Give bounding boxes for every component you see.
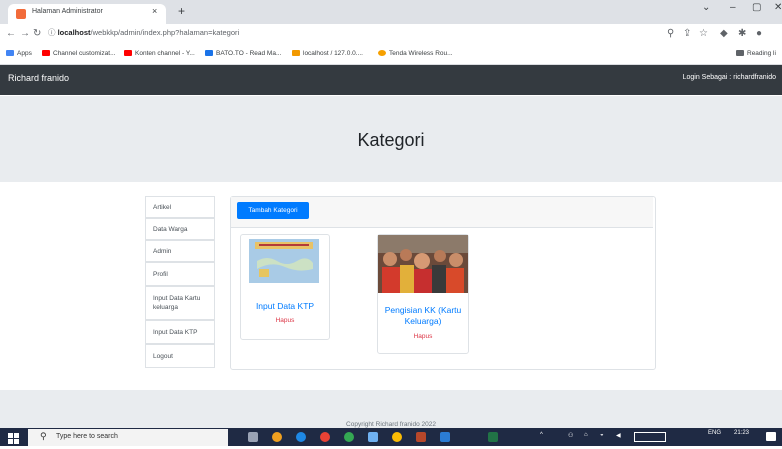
tab-title: Halaman Administrator (32, 8, 103, 15)
close-window-icon[interactable]: ✕ (774, 2, 782, 13)
chrome-icon[interactable] (320, 432, 330, 442)
notification-icon[interactable] (766, 432, 776, 441)
url-path: /webkkp/admin/index.php?halaman=kategori (90, 28, 240, 37)
sidebar-item-profil[interactable]: Profil (145, 262, 215, 286)
delete-link[interactable]: Hapus (378, 333, 468, 340)
search-icon: ⚲ (40, 431, 47, 441)
kk-thumbnail (378, 235, 468, 293)
info-icon: ⓘ (48, 28, 58, 37)
zoom-icon[interactable]: ⚲ (667, 28, 674, 39)
sidebar-item-admin[interactable]: Admin (145, 240, 215, 262)
new-tab-button[interactable]: + (178, 4, 185, 18)
bookmark-konten-channel[interactable]: Konten channel - Y... (124, 50, 195, 57)
ktp-thumbnail (249, 239, 319, 283)
keyboard-icon[interactable] (634, 432, 666, 442)
forward-icon[interactable]: → (20, 28, 30, 39)
back-icon[interactable]: ← (6, 28, 16, 39)
browser-tab[interactable]: Halaman Administrator × (8, 4, 166, 24)
category-card[interactable]: Pengisian KK (Kartu Keluarga) Hapus (377, 234, 469, 354)
minimize-icon[interactable]: – (730, 2, 736, 13)
excel-icon[interactable] (488, 432, 498, 442)
sidebar-item-logout[interactable]: Logout (145, 344, 215, 368)
sidebar-item-data-warga[interactable]: Data Warga (145, 218, 215, 240)
sidebar-item-artikel[interactable]: Artikel (145, 196, 215, 218)
url-field[interactable]: ⓘ localhost/webkkp/admin/index.php?halam… (48, 27, 239, 38)
volume-icon[interactable]: ◀ (616, 432, 621, 439)
chevron-down-icon[interactable]: ⌄ (702, 2, 710, 13)
taskbar-search-placeholder: Type here to search (56, 433, 118, 440)
url-host: localhost (57, 28, 91, 37)
bookmark-apps[interactable]: Apps (6, 50, 32, 57)
youtube-icon (42, 50, 50, 56)
bookmark-channel-customization[interactable]: Channel customizat... (42, 50, 116, 57)
site-navbar (0, 65, 782, 95)
tenda-icon (378, 50, 386, 56)
page-title: Kategori (357, 130, 425, 150)
ktp-card-image (249, 239, 319, 283)
word-icon[interactable] (440, 432, 450, 442)
people-icon[interactable]: ⚇ (568, 432, 573, 439)
share-icon[interactable]: ⇪ (683, 28, 691, 39)
reload-icon[interactable]: ↻ (33, 28, 41, 39)
close-tab-icon[interactable]: × (152, 6, 157, 16)
tray-overflow-icon[interactable]: ^ (540, 432, 543, 438)
youtube-icon (124, 50, 132, 56)
network-icon[interactable]: ⌂ (584, 432, 588, 438)
category-title[interactable]: Input Data KTP (241, 301, 329, 311)
clock[interactable]: 21:23 (734, 430, 749, 436)
file-explorer-icon[interactable] (392, 432, 402, 442)
sidebar-item-input-ktp[interactable]: Input Data KTP (145, 320, 215, 344)
photos-icon[interactable] (368, 432, 378, 442)
login-status: Login Sebagai : richardfranido (682, 74, 776, 81)
wifi-icon[interactable]: ◒ (600, 432, 604, 438)
bato-icon (205, 50, 213, 56)
bookmark-bato[interactable]: BATO.TO - Read Ma... (205, 50, 281, 57)
category-title[interactable]: Pengisian KK (Kartu Keluarga) (378, 305, 468, 327)
puzzle-icon[interactable]: ✱ (738, 28, 746, 39)
app-icon[interactable] (272, 432, 282, 442)
bookmark-localhost[interactable]: localhost / 127.0.0.... (292, 50, 363, 57)
windows-start-icon[interactable] (8, 431, 19, 444)
crowd-photo-image (378, 235, 468, 293)
apps-grid-icon (6, 50, 14, 56)
navbar-brand[interactable]: Richard franido (8, 73, 69, 83)
delete-link[interactable]: Hapus (241, 317, 329, 324)
chrome-profile-icon[interactable] (344, 432, 354, 442)
add-category-button[interactable]: Tambah Kategori (237, 202, 309, 219)
profile-icon[interactable]: ● (756, 28, 762, 39)
language-indicator[interactable]: ENG (708, 430, 721, 436)
task-view-icon[interactable] (248, 432, 258, 442)
sidebar-item-input-kk[interactable]: Input Data Kartu keluarga (145, 286, 215, 320)
extension-icon[interactable]: ◆ (720, 28, 728, 39)
powerpoint-icon[interactable] (416, 432, 426, 442)
edge-icon[interactable] (296, 432, 306, 442)
reading-list-icon (736, 50, 744, 56)
bookmark-star-icon[interactable]: ☆ (699, 28, 708, 39)
site-favicon-icon (16, 9, 26, 19)
copyright-text: Copyright Richard franido 2022 (346, 421, 436, 428)
category-card[interactable]: Input Data KTP Hapus (240, 234, 330, 340)
restore-icon[interactable]: ▢ (752, 2, 761, 13)
reading-list[interactable]: Reading li (736, 50, 776, 57)
bookmark-tenda[interactable]: Tenda Wireless Rou... (378, 50, 453, 57)
phpmyadmin-icon (292, 50, 300, 56)
